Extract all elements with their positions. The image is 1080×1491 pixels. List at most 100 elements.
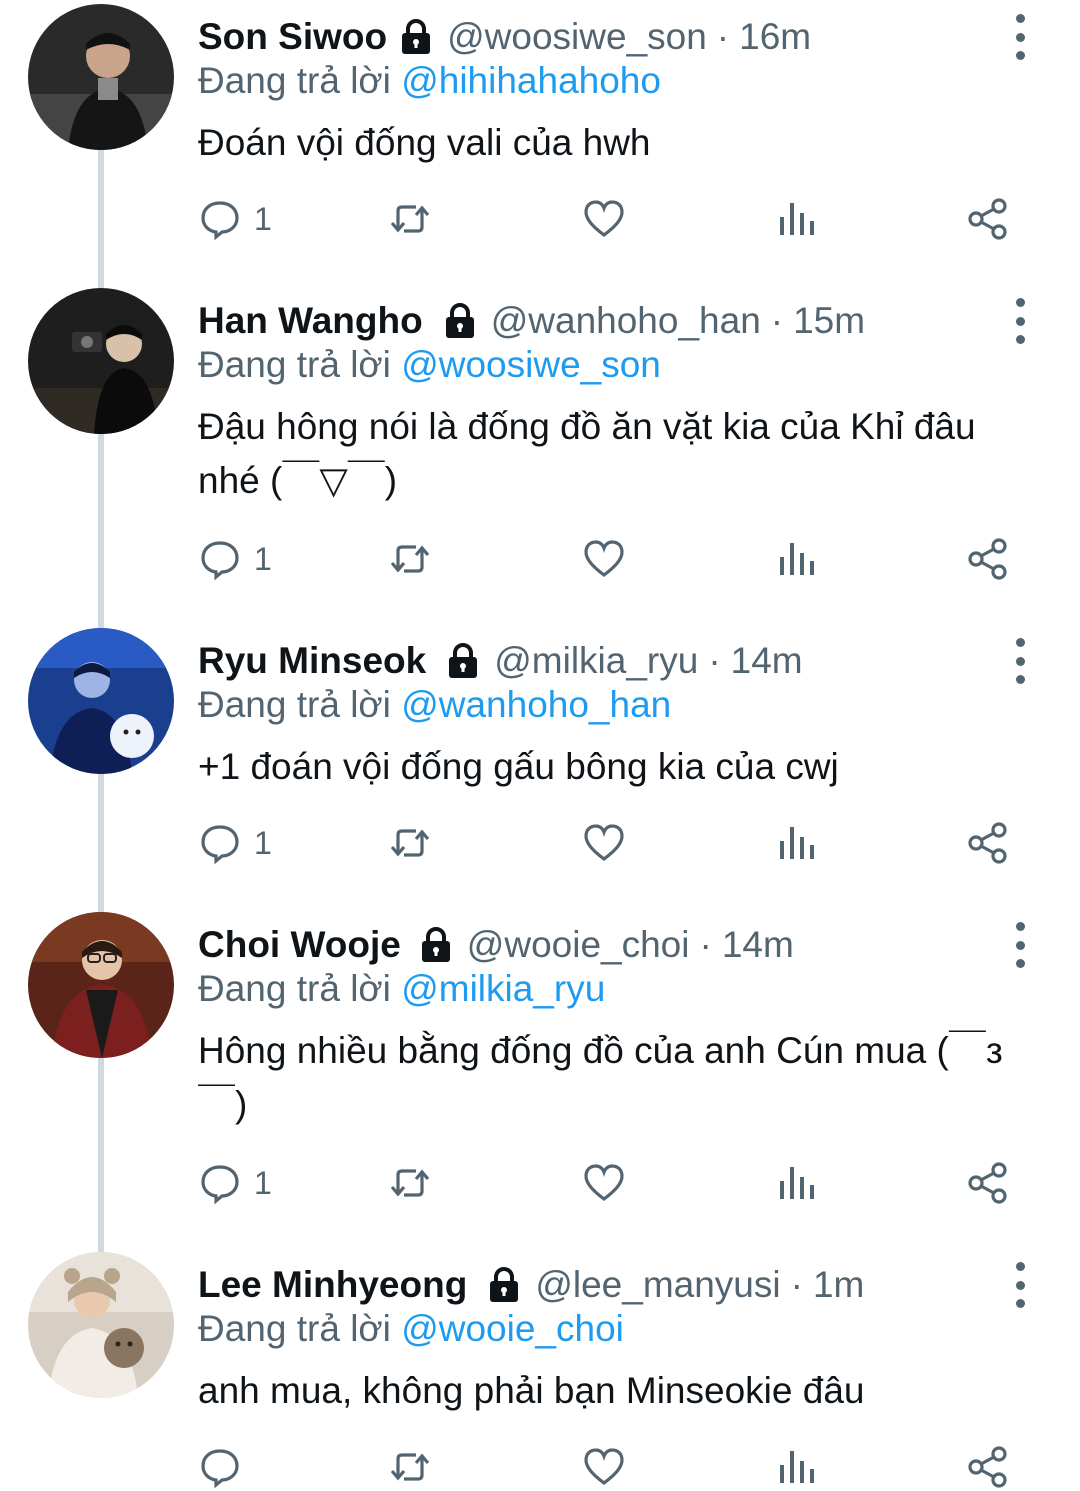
tweet[interactable]: Ryu Minseok @milkia_ryu · 14m Đang trả l…	[0, 628, 1080, 894]
action-bar: 1	[198, 536, 1028, 582]
avatar[interactable]	[28, 288, 174, 434]
reply-icon	[201, 1165, 239, 1205]
views-button[interactable]	[774, 196, 818, 242]
mention-link[interactable]: @hihihahahoho	[401, 60, 661, 101]
retweet-button[interactable]	[388, 536, 432, 582]
heart-icon	[584, 540, 624, 578]
tweet-text: anh mua, không phải bạn Minseokie đâu	[198, 1370, 865, 1411]
timestamp[interactable]: 1m	[813, 1264, 864, 1306]
heart-icon	[584, 824, 624, 862]
tweet-text: Đoán vội đống vali của hwh	[198, 122, 651, 163]
reply-prefix: Đang trả lời	[198, 60, 391, 101]
timestamp[interactable]: 14m	[731, 640, 803, 682]
avatar[interactable]	[28, 1252, 174, 1398]
share-button[interactable]	[966, 820, 1010, 866]
retweet-icon	[390, 1453, 430, 1481]
reply-prefix: Đang trả lời	[198, 1308, 391, 1349]
views-button[interactable]	[774, 1444, 818, 1490]
more-icon[interactable]	[1008, 922, 1032, 968]
tweet[interactable]: Choi Wooje @wooie_choi · 14m Đang trả lờ…	[0, 912, 1080, 1232]
reply-button[interactable]: 1	[198, 536, 272, 582]
like-button[interactable]	[582, 820, 626, 866]
views-button[interactable]	[774, 536, 818, 582]
reply-prefix: Đang trả lời	[198, 968, 391, 1009]
retweet-icon	[390, 205, 430, 233]
handle[interactable]: @wooie_choi	[467, 924, 690, 966]
display-name[interactable]: Choi Wooje	[198, 924, 401, 966]
reply-button[interactable]	[198, 1444, 254, 1490]
more-icon[interactable]	[1008, 638, 1032, 684]
retweet-button[interactable]	[388, 820, 432, 866]
share-button[interactable]	[966, 1444, 1010, 1490]
action-bar: 1	[198, 1160, 1028, 1206]
tweet-header: Choi Wooje @wooie_choi · 14m	[198, 922, 1000, 968]
avatar[interactable]	[28, 912, 174, 1058]
like-button[interactable]	[582, 536, 626, 582]
avatar[interactable]	[28, 4, 174, 150]
mention-link[interactable]: @wooie_choi	[401, 1308, 624, 1349]
reply-count: 1	[254, 1164, 272, 1201]
handle[interactable]: @woosiwe_son	[447, 16, 707, 58]
reply-button[interactable]: 1	[198, 820, 272, 866]
display-name[interactable]: Lee Minhyeong	[198, 1264, 467, 1306]
tweet[interactable]: Son Siwoo @woosiwe_son · 16m Đang trả lờ…	[0, 4, 1080, 274]
views-button[interactable]	[774, 1160, 818, 1206]
reply-context: Đang trả lời @hihihahahoho	[198, 60, 661, 102]
heart-icon	[584, 1448, 624, 1486]
reply-icon	[201, 1449, 239, 1489]
tweet-header: Lee Minhyeong @lee_manyusi · 1m	[198, 1262, 1000, 1308]
share-button[interactable]	[966, 196, 1010, 242]
display-name[interactable]: Han Wangho	[198, 300, 423, 342]
display-name[interactable]: Son Siwoo	[198, 16, 387, 58]
separator-dot: ·	[699, 924, 712, 965]
share-icon	[968, 1162, 1007, 1204]
reply-button[interactable]: 1	[198, 196, 272, 242]
handle[interactable]: @milkia_ryu	[494, 640, 698, 682]
action-bar: 1	[198, 196, 1028, 242]
share-button[interactable]	[966, 536, 1010, 582]
separator-dot: ·	[708, 640, 721, 681]
share-button[interactable]	[966, 1160, 1010, 1206]
reply-count: 1	[254, 540, 272, 577]
reply-context: Đang trả lời @woosiwe_son	[198, 344, 661, 386]
retweet-button[interactable]	[388, 196, 432, 242]
handle[interactable]: @wanhoho_han	[491, 300, 761, 342]
mention-link[interactable]: @woosiwe_son	[401, 344, 661, 385]
tweet-header: Ryu Minseok @milkia_ryu · 14m	[198, 638, 1000, 684]
handle[interactable]: @lee_manyusi	[535, 1264, 780, 1306]
tweet-text: Hông nhiều bằng đống đồ của anh Cún mua …	[198, 1030, 1003, 1125]
more-icon[interactable]	[1008, 1262, 1032, 1308]
separator-dot: ·	[716, 16, 730, 57]
views-icon	[780, 1451, 814, 1483]
like-button[interactable]	[582, 1160, 626, 1206]
reply-context: Đang trả lời @wooie_choi	[198, 1308, 624, 1350]
share-icon	[968, 538, 1007, 580]
timestamp[interactable]: 16m	[739, 16, 811, 58]
retweet-button[interactable]	[388, 1444, 432, 1490]
like-button[interactable]	[582, 196, 626, 242]
reply-context: Đang trả lời @wanhoho_han	[198, 684, 671, 726]
retweet-button[interactable]	[388, 1160, 432, 1206]
action-bar	[198, 1444, 1028, 1490]
timestamp[interactable]: 14m	[722, 924, 794, 966]
timestamp[interactable]: 15m	[793, 300, 865, 342]
views-icon	[780, 543, 814, 575]
mention-link[interactable]: @wanhoho_han	[401, 684, 671, 725]
tweet[interactable]: Han Wangho @wanhoho_han · 15m Đang trả l…	[0, 288, 1080, 608]
mention-link[interactable]: @milkia_ryu	[401, 968, 605, 1009]
views-button[interactable]	[774, 820, 818, 866]
share-icon	[968, 1446, 1007, 1488]
reply-button[interactable]: 1	[198, 1160, 272, 1206]
more-icon[interactable]	[1008, 298, 1032, 344]
separator-dot: ·	[770, 300, 784, 341]
share-icon	[968, 822, 1007, 864]
tweet[interactable]: Lee Minhyeong @lee_manyusi · 1m Đang trả…	[0, 1252, 1080, 1491]
retweet-icon	[390, 1169, 430, 1197]
views-icon	[780, 203, 814, 235]
action-bar: 1	[198, 820, 1028, 866]
like-button[interactable]	[582, 1444, 626, 1490]
avatar[interactable]	[28, 628, 174, 774]
more-icon[interactable]	[1008, 14, 1032, 60]
display-name[interactable]: Ryu Minseok	[198, 640, 426, 682]
tweet-text: +1 đoán vội đống gấu bông kia của cwj	[198, 746, 839, 787]
